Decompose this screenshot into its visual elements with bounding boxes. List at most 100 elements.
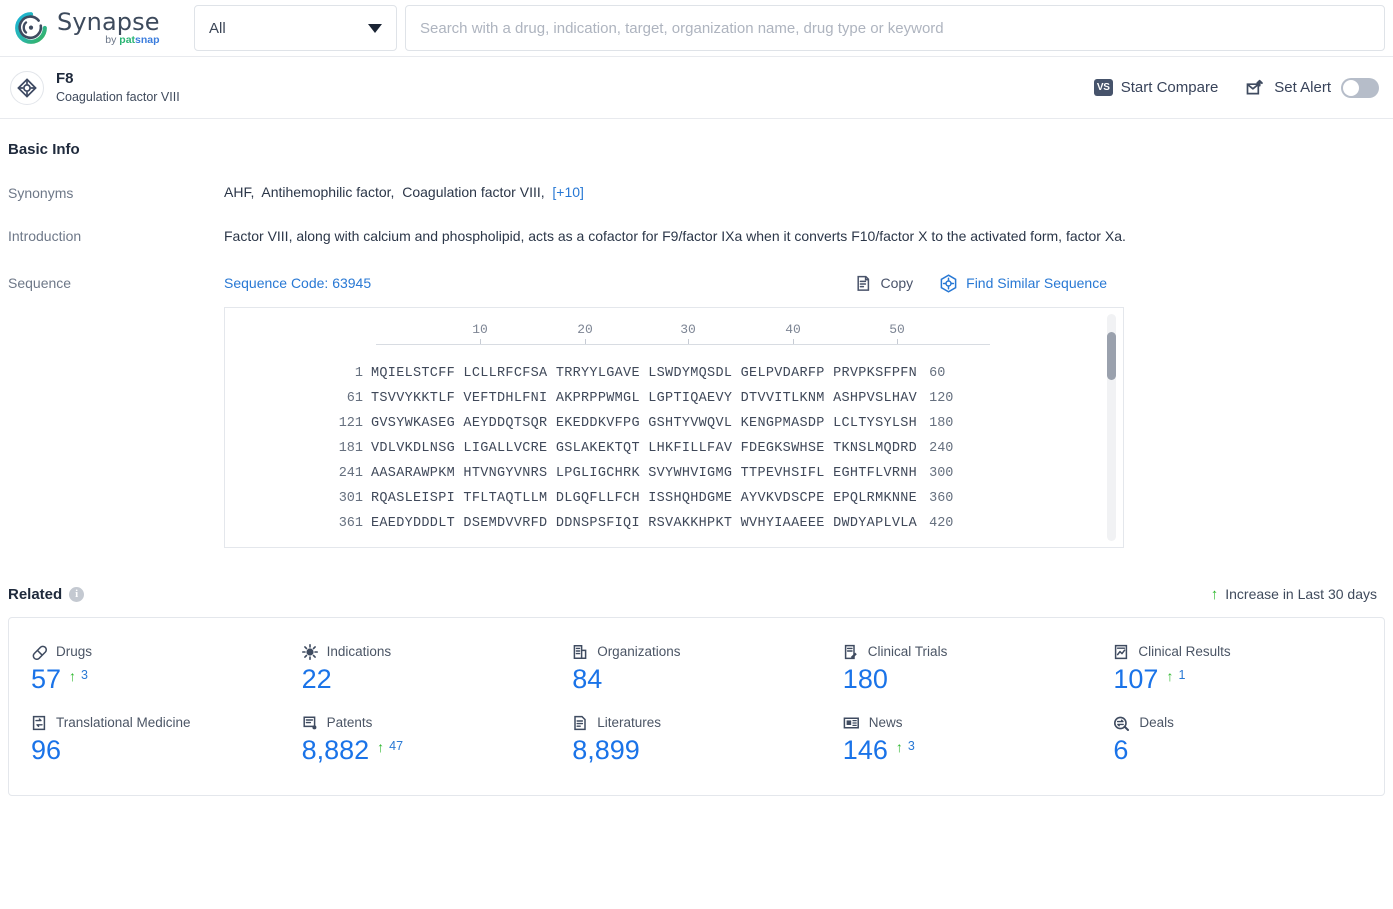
related-header: Related i ↑ Increase in Last 30 days (8, 586, 1385, 603)
synonyms-row: Synonyms AHF, Antihemophilic factor, Coa… (8, 184, 1385, 201)
stat-label: Translational Medicine (56, 715, 191, 731)
stat-label: Organizations (597, 644, 681, 660)
stat-literatures[interactable]: Literatures 8,899 (572, 715, 843, 766)
introduction-row: Introduction Factor VIII, along with cal… (8, 227, 1385, 246)
stat-value[interactable]: 107 (1113, 664, 1158, 695)
stat-value[interactable]: 22 (302, 664, 332, 695)
ruler-tick-label: 50 (889, 321, 905, 337)
stat-value[interactable]: 96 (31, 735, 61, 766)
stat-delta: ↑ 3 (69, 665, 88, 683)
related-stats-card: Drugs 57 ↑ 3 Indications 22 Organization… (8, 616, 1385, 797)
ruler-line (376, 343, 990, 345)
sequence-row: 61 TSVVYKKTLF VEFTDHLFNI AKPRPPWMGL LGPT… (225, 386, 1123, 411)
copy-icon (855, 275, 872, 292)
entity-header: F8 Coagulation factor VIII VS Start Comp… (0, 57, 1393, 119)
sequence-row: 301 RQASLEISPI TFLTAQTLLM DLGQFLLFCH ISS… (225, 486, 1123, 511)
find-similar-label: Find Similar Sequence (966, 275, 1107, 292)
sequence-row-start: 1 (354, 365, 363, 381)
sequence-row-start: 301 (338, 490, 363, 506)
set-alert-toggle[interactable] (1341, 77, 1379, 98)
introduction-label: Introduction (8, 228, 82, 244)
brand-logo[interactable]: Synapse by patsnap (8, 10, 186, 46)
sequence-row-end: 120 (929, 390, 954, 406)
stat-organizations[interactable]: Organizations 84 (572, 644, 843, 695)
literature-icon (572, 715, 588, 731)
synonym-item: AHF (224, 184, 251, 200)
stat-value[interactable]: 57 (31, 664, 61, 695)
stat-label: Drugs (56, 644, 93, 660)
stat-value[interactable]: 6 (1113, 735, 1128, 766)
sequence-toolbar: Sequence Code: 63945 Copy Find Similar S… (224, 274, 1385, 293)
sequence-tools: Copy Find Similar Sequence (855, 274, 1385, 293)
ruler-tick-label: 40 (785, 321, 801, 337)
sequence-row-residues: MQIELSTCFF LCLLRFCFSA TRRYYLGAVE LSWDYMQ… (371, 365, 918, 381)
start-compare-button[interactable]: VS Start Compare (1093, 79, 1218, 96)
stat-delta: ↑ 47 (377, 736, 403, 754)
ruler-tick: 40 (785, 322, 809, 344)
patent-icon (302, 715, 318, 731)
stat-news[interactable]: News 146 ↑ 3 (843, 715, 1114, 766)
stat-value[interactable]: 8,899 (572, 735, 640, 766)
find-similar-sequence-button[interactable]: Find Similar Sequence (939, 274, 1107, 293)
related-title: Related (8, 585, 63, 603)
stat-value[interactable]: 84 (572, 664, 602, 695)
sequence-row-residues: TSVVYKKTLF VEFTDHLFNI AKPRPPWMGL LGPTIQA… (371, 390, 918, 406)
stat-translational-medicine[interactable]: Translational Medicine 96 (31, 715, 302, 766)
find-similar-icon (939, 274, 958, 293)
set-alert-button[interactable]: Set Alert (1246, 77, 1379, 98)
search-category-value: All (209, 19, 226, 37)
stat-label: Indications (326, 644, 392, 660)
sequence-label: Sequence (8, 274, 72, 291)
pill-icon (31, 644, 47, 660)
ruler-tick: 30 (680, 322, 704, 344)
alert-mail-icon (1246, 79, 1266, 96)
up-arrow-icon: ↑ (1166, 667, 1174, 684)
sequence-row-start: 361 (338, 515, 363, 531)
sequence-code-link[interactable]: Sequence Code: 63945 (224, 275, 371, 291)
sequence-row-end: 300 (929, 465, 954, 481)
info-icon[interactable]: i (69, 586, 85, 602)
up-arrow-icon: ↑ (377, 738, 385, 755)
stat-deals[interactable]: Deals 6 (1113, 715, 1384, 766)
scrollbar-thumb[interactable] (1107, 331, 1116, 380)
target-icon (10, 70, 44, 105)
stat-value[interactable]: 8,882 (302, 735, 370, 766)
top-bar: Synapse by patsnap All (0, 0, 1393, 57)
set-alert-label: Set Alert (1274, 79, 1331, 96)
sequence-row-residues: AASARAWPKM HTVNGYVNRS LPGLIGCHRK SVYWHVI… (371, 465, 918, 481)
increase-legend: ↑ Increase in Last 30 days (1211, 586, 1385, 603)
ruler-tick: 10 (472, 322, 496, 344)
up-arrow-icon: ↑ (1210, 585, 1219, 603)
sequence-row: 1 MQIELSTCFF LCLLRFCFSA TRRYYLGAVE LSWDY… (225, 361, 1123, 386)
sequence-viewer[interactable]: 10 20 30 40 50 1 MQIELSTCFF LCLLRFCFSA T… (224, 306, 1124, 548)
stat-patents[interactable]: Patents 8,882 ↑ 47 (302, 715, 573, 766)
search-input[interactable] (406, 19, 1384, 37)
search-category-select[interactable]: All (194, 5, 397, 51)
ruler-tick: 20 (577, 322, 601, 344)
synonym-item: Antihemophilic factor (261, 184, 391, 200)
sequence-row: 361 EAEDYDDDLT DSEMDVVRFD DDNSPSFIQI RSV… (225, 511, 1123, 536)
search-bar[interactable] (405, 5, 1385, 51)
basic-info-title: Basic Info (8, 141, 80, 158)
copy-sequence-button[interactable]: Copy (855, 275, 913, 292)
sequence-row-start: 61 (346, 390, 363, 406)
sequence-body: Sequence Code: 63945 Copy Find Similar S… (224, 274, 1385, 548)
entity-name: F8 (56, 70, 74, 88)
stat-clinical-results[interactable]: Clinical Results 107 ↑ 1 (1113, 644, 1384, 695)
virus-icon (301, 643, 318, 660)
sequence-row-start: 241 (338, 465, 363, 481)
stat-label: News (868, 715, 903, 731)
sequence-scrollbar[interactable] (1107, 313, 1116, 541)
synonyms-more-link[interactable]: [+10] (552, 184, 584, 200)
sequence-row-residues: RQASLEISPI TFLTAQTLLM DLGQFLLFCH ISSHQHD… (371, 490, 918, 506)
sequence-ruler: 10 20 30 40 50 (376, 322, 990, 352)
synonyms-label: Synonyms (8, 185, 74, 201)
stat-clinical-trials[interactable]: Clinical Trials 180 (843, 644, 1114, 695)
sequence-row: Sequence Sequence Code: 63945 Copy Find … (8, 274, 1385, 548)
stat-indications[interactable]: Indications 22 (301, 643, 573, 695)
stat-value[interactable]: 180 (843, 664, 888, 695)
stat-value[interactable]: 146 (843, 735, 888, 766)
synonyms-value: AHF, Antihemophilic factor, Coagulation … (224, 184, 584, 200)
up-arrow-icon: ↑ (895, 738, 903, 755)
stat-drugs[interactable]: Drugs 57 ↑ 3 (31, 644, 302, 695)
